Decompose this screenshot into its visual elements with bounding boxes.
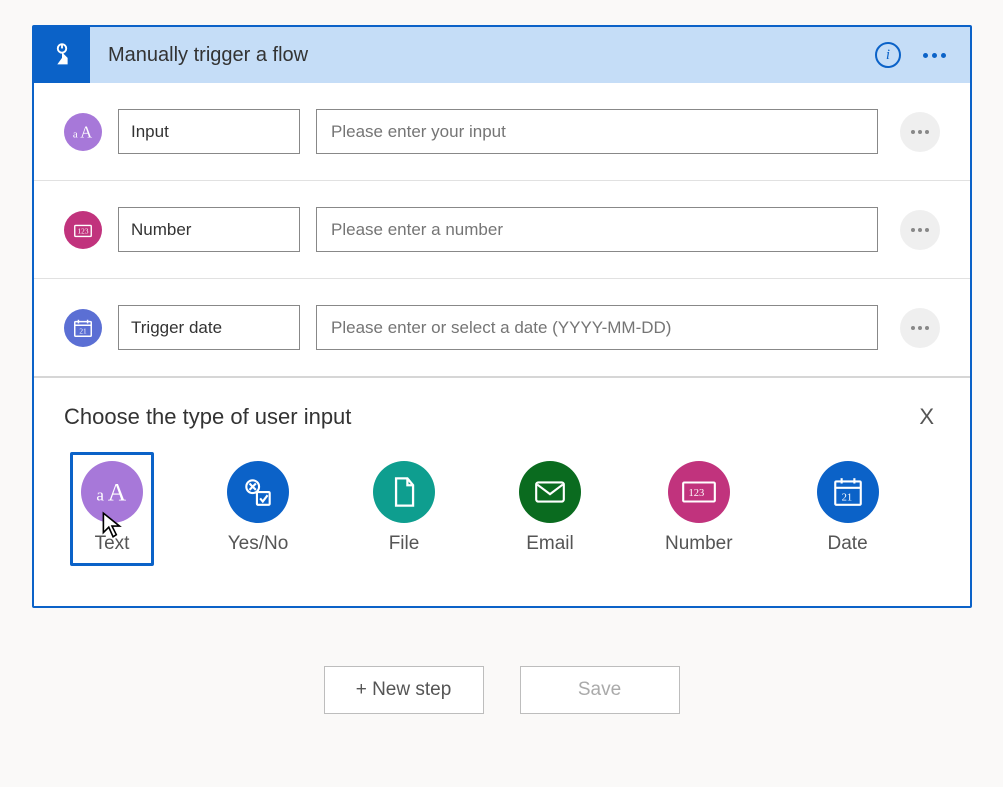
type-label: Text — [95, 533, 130, 555]
svg-text:a: a — [73, 128, 78, 140]
calendar-icon: 21 — [817, 461, 879, 523]
close-icon[interactable]: X — [913, 400, 940, 434]
input-row-menu-button[interactable] — [900, 112, 940, 152]
svg-text:21: 21 — [79, 326, 87, 335]
input-description-field[interactable] — [316, 207, 878, 252]
input-name-field[interactable] — [118, 305, 300, 350]
choose-input-type-panel: Choose the type of user input X aA Text — [34, 376, 970, 586]
input-type-file[interactable]: File — [362, 452, 446, 566]
card-menu-button[interactable] — [919, 49, 950, 62]
input-row-number: 123 — [34, 181, 970, 279]
input-name-field[interactable] — [118, 109, 300, 154]
file-icon — [373, 461, 435, 523]
email-icon — [519, 461, 581, 523]
yesno-icon — [227, 461, 289, 523]
input-type-text[interactable]: aA Text — [70, 452, 154, 566]
type-label: Number — [665, 533, 733, 555]
date-type-icon: 21 — [64, 309, 102, 347]
number-icon: 123 — [668, 461, 730, 523]
card-header[interactable]: Manually trigger a flow i — [34, 27, 970, 83]
type-label: Yes/No — [228, 533, 289, 555]
input-type-number[interactable]: 123 Number — [654, 452, 744, 566]
type-label: File — [389, 533, 420, 555]
svg-text:a: a — [96, 486, 104, 505]
text-icon: aA — [81, 461, 143, 523]
svg-text:A: A — [108, 478, 127, 507]
input-type-email[interactable]: Email — [508, 452, 592, 566]
new-step-button[interactable]: + New step — [324, 666, 484, 714]
info-icon[interactable]: i — [875, 42, 901, 68]
input-type-yesno[interactable]: Yes/No — [216, 452, 300, 566]
number-type-icon: 123 — [64, 211, 102, 249]
choose-type-heading: Choose the type of user input — [64, 404, 351, 430]
type-label: Date — [828, 533, 868, 555]
svg-text:123: 123 — [78, 226, 89, 235]
input-name-field[interactable] — [118, 207, 300, 252]
type-label: Email — [526, 533, 574, 555]
svg-text:123: 123 — [688, 488, 704, 499]
input-description-field[interactable] — [316, 109, 878, 154]
input-row-menu-button[interactable] — [900, 308, 940, 348]
trigger-icon — [34, 27, 90, 83]
input-type-date[interactable]: 21 Date — [806, 452, 890, 566]
svg-text:21: 21 — [841, 493, 852, 504]
footer-actions: + New step Save — [32, 666, 971, 714]
card-title: Manually trigger a flow — [90, 44, 875, 67]
trigger-card: Manually trigger a flow i aA 123 — [32, 25, 972, 608]
text-type-icon: aA — [64, 113, 102, 151]
svg-text:A: A — [80, 122, 92, 141]
save-button[interactable]: Save — [520, 666, 680, 714]
input-description-field[interactable] — [316, 305, 878, 350]
input-row-date: 21 — [34, 279, 970, 376]
input-row-menu-button[interactable] — [900, 210, 940, 250]
input-row-text: aA — [34, 83, 970, 181]
